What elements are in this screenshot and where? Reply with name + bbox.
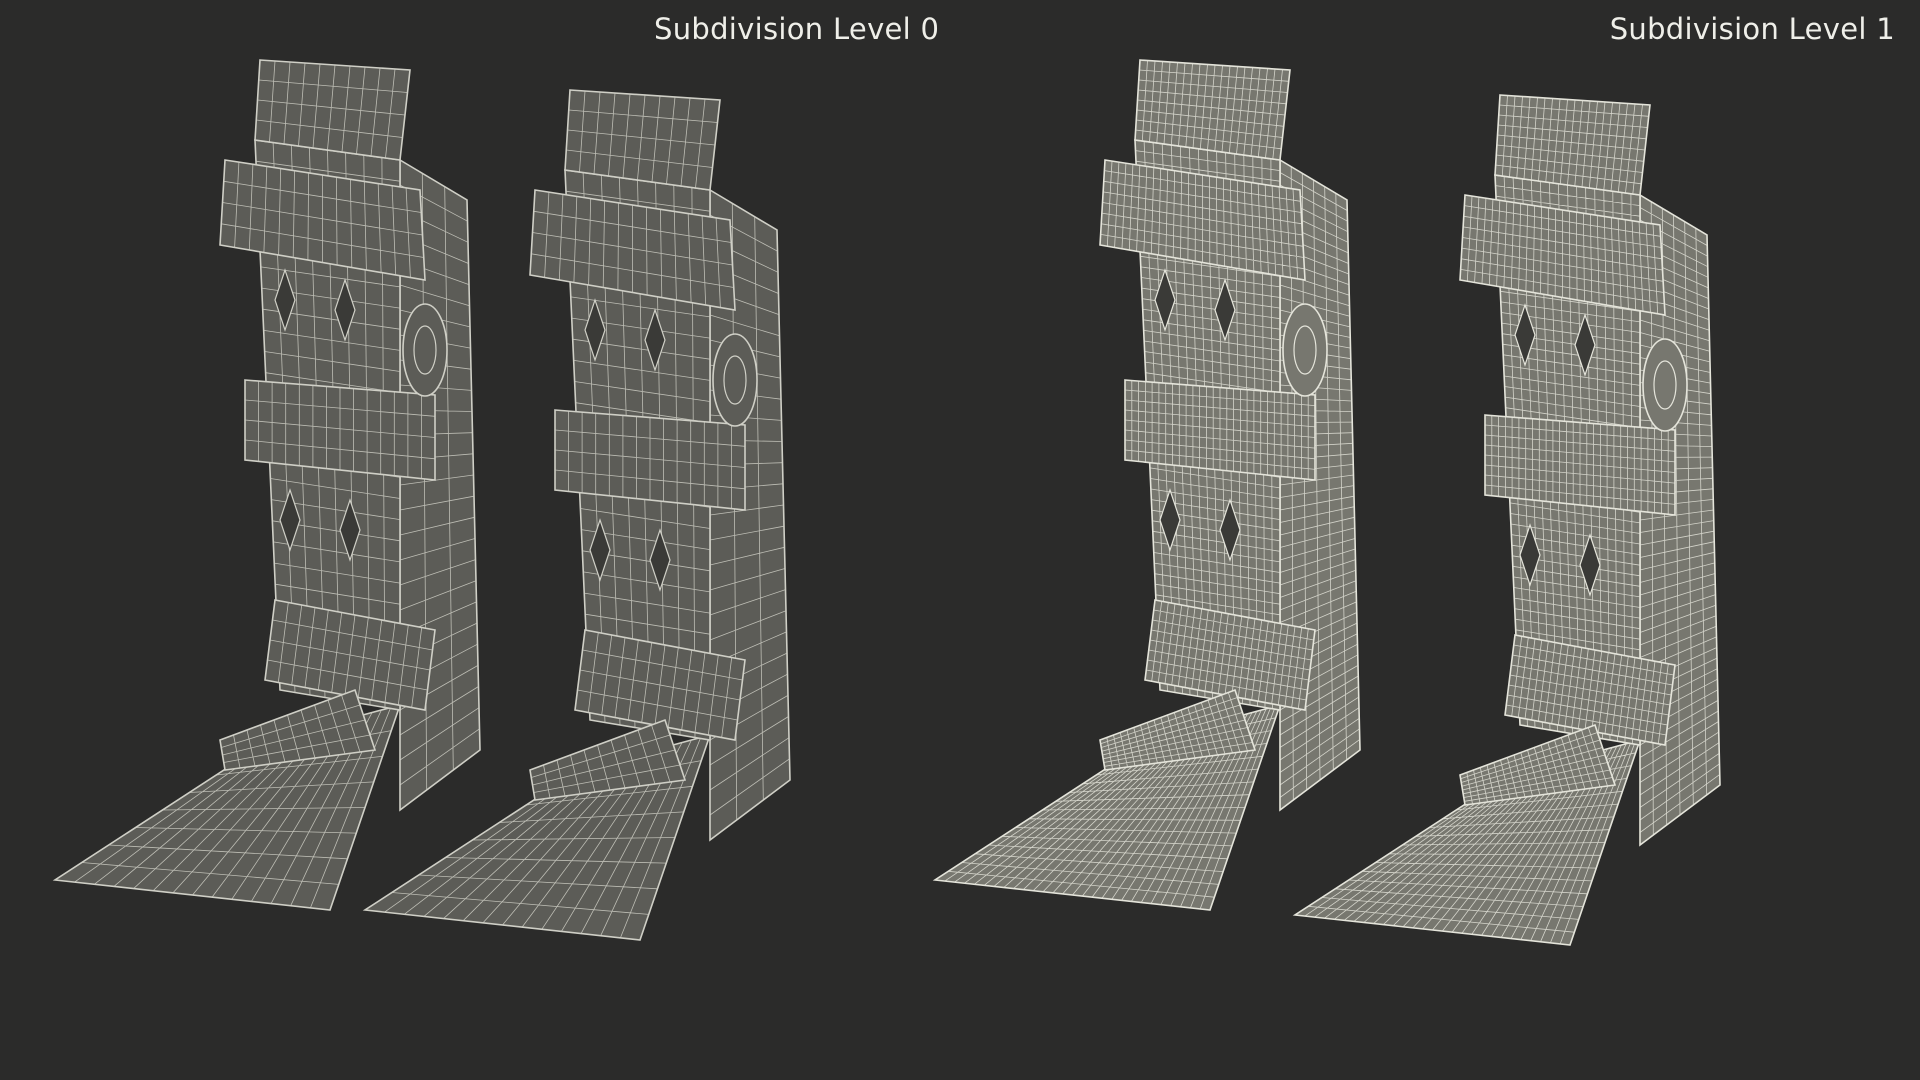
hinge-dial [1642, 338, 1688, 432]
hinge-dial [402, 303, 448, 397]
brace-level0-back [52, 59, 481, 911]
render-viewport [52, 59, 1721, 946]
hinge-dial [1282, 303, 1328, 397]
brace-level1-front [1292, 94, 1721, 946]
brace-level1-back [932, 59, 1361, 911]
hinge-dial [712, 333, 758, 427]
